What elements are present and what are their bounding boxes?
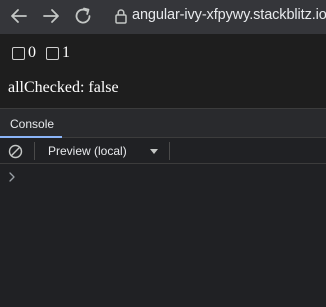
chevron-right-icon[interactable] bbox=[8, 172, 16, 182]
url-text: angular-ivy-xfpywy.stackblitz.io bbox=[132, 7, 326, 23]
checkbox-label-1: 1 bbox=[62, 44, 70, 61]
chevron-down-icon bbox=[150, 149, 158, 154]
checkbox-group-1: 1 bbox=[46, 44, 70, 62]
console-output bbox=[0, 164, 326, 307]
address-bar[interactable]: angular-ivy-xfpywy.stackblitz.io bbox=[108, 4, 326, 28]
back-button[interactable] bbox=[8, 5, 30, 27]
toolbar-divider bbox=[169, 142, 170, 160]
clear-console-button[interactable] bbox=[8, 144, 23, 159]
forward-arrow-icon bbox=[43, 9, 59, 23]
reload-icon bbox=[75, 7, 91, 24]
context-select-value: Preview (local) bbox=[48, 144, 127, 158]
all-checked-status: allChecked: false bbox=[8, 79, 119, 96]
clear-console-icon bbox=[8, 144, 23, 159]
forward-button[interactable] bbox=[40, 5, 62, 27]
back-arrow-icon bbox=[11, 9, 27, 23]
browser-toolbar: angular-ivy-xfpywy.stackblitz.io bbox=[0, 0, 326, 34]
app-preview: 0 1 allChecked: false bbox=[0, 34, 326, 108]
lock-icon bbox=[115, 9, 127, 24]
checkbox-label-0: 0 bbox=[28, 44, 36, 61]
checkbox-group-0: 0 bbox=[12, 44, 36, 62]
browser-window: angular-ivy-xfpywy.stackblitz.io 0 1 all… bbox=[0, 0, 326, 307]
context-select[interactable]: Preview (local) bbox=[40, 141, 164, 161]
checkbox-0[interactable] bbox=[12, 46, 25, 60]
reload-button[interactable] bbox=[72, 5, 94, 27]
console-toolbar: Preview (local) bbox=[0, 138, 326, 164]
checkbox-1[interactable] bbox=[46, 46, 59, 60]
toolbar-divider bbox=[34, 142, 35, 160]
tab-console[interactable]: Console bbox=[0, 109, 64, 138]
devtools-tab-bar: Console bbox=[0, 109, 326, 138]
devtools-panel: Console Preview (local) bbox=[0, 108, 326, 307]
